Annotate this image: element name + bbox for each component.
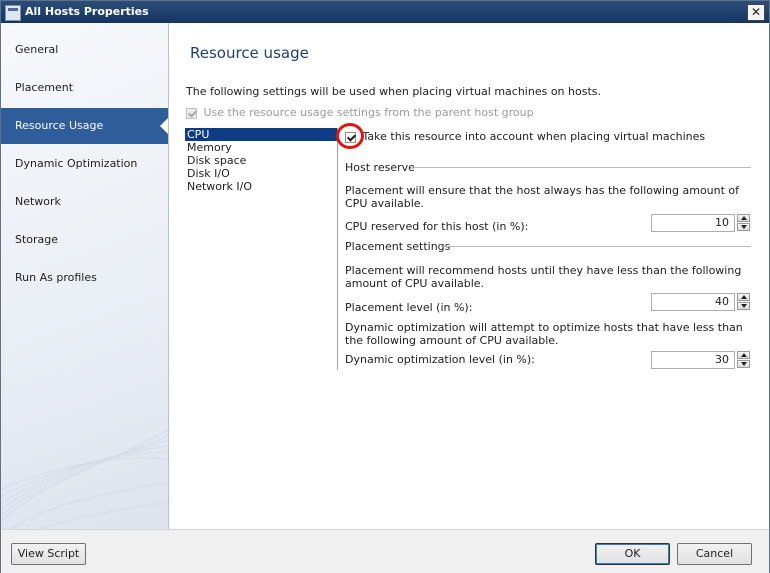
cpu-reserved-label: CPU reserved for this host (in %):: [345, 220, 529, 233]
group-divider: [441, 246, 751, 247]
close-icon[interactable]: ✕: [747, 4, 765, 21]
window-icon: [5, 5, 21, 21]
sidebar-item-storage[interactable]: Storage: [1, 222, 168, 258]
host-reserve-label: Host reserve: [345, 161, 415, 174]
host-reserve-description: Placement will ensure that the host alwa…: [345, 184, 740, 210]
sidebar-item-run-as-profiles[interactable]: Run As profiles: [1, 260, 168, 296]
list-item[interactable]: Disk space: [185, 154, 337, 167]
cpu-reserved-input[interactable]: 10: [651, 214, 735, 232]
take-into-account-label: Take this resource into account when pla…: [362, 130, 706, 143]
view-script-button[interactable]: View Script: [11, 543, 86, 565]
sidebar-item-general[interactable]: General: [1, 32, 168, 68]
sidebar-item-network[interactable]: Network: [1, 184, 168, 220]
spin-up-icon[interactable]: [737, 351, 750, 359]
list-item[interactable]: Memory: [185, 141, 337, 154]
window-title: All Hosts Properties: [25, 5, 149, 18]
use-parent-row: Use the resource usage settings from the…: [186, 106, 534, 119]
list-item[interactable]: Disk I/O: [185, 167, 337, 180]
spin-up-icon[interactable]: [737, 293, 750, 301]
sidebar-item-label: Resource Usage: [15, 119, 104, 132]
intro-text: The following settings will be used when…: [186, 85, 601, 98]
dynamic-level-input[interactable]: 30: [651, 351, 735, 369]
dialog-footer: View Script OK Cancel: [1, 529, 769, 573]
placement-level-label: Placement level (in %):: [345, 301, 473, 314]
annotation-circle: [336, 123, 364, 149]
vertical-divider: [337, 128, 338, 370]
dynamic-level-label: Dynamic optimization level (in %):: [345, 353, 535, 366]
spin-down-icon[interactable]: [737, 360, 750, 368]
sidebar-item-placement[interactable]: Placement: [1, 70, 168, 106]
use-parent-label: Use the resource usage settings from the…: [203, 106, 534, 119]
cancel-button[interactable]: Cancel: [677, 543, 752, 565]
spin-down-icon[interactable]: [737, 302, 750, 310]
list-item[interactable]: CPU: [185, 128, 337, 141]
spin-up-icon[interactable]: [737, 214, 750, 222]
placement-description: Placement will recommend hosts until the…: [345, 264, 742, 290]
dynamic-level-stepper[interactable]: 30: [651, 351, 751, 369]
group-divider: [411, 167, 751, 168]
sidebar-item-dynamic-optimization[interactable]: Dynamic Optimization: [1, 146, 168, 182]
spin-down-icon[interactable]: [737, 223, 750, 231]
title-bar: All Hosts Properties ✕: [1, 1, 769, 23]
resource-list: CPU Memory Disk space Disk I/O Network I…: [185, 128, 337, 193]
placement-level-stepper[interactable]: 40: [651, 293, 751, 311]
sidebar: General Placement Resource Usage Dynamic…: [1, 23, 169, 529]
page-title: Resource usage: [190, 44, 309, 62]
take-into-account-row: Take this resource into account when pla…: [345, 130, 705, 143]
properties-dialog: All Hosts Properties ✕ General Placement…: [0, 0, 770, 573]
dynamic-optimization-description: Dynamic optimization will attempt to opt…: [345, 321, 743, 347]
cpu-reserved-stepper[interactable]: 10: [651, 214, 751, 232]
ok-button[interactable]: OK: [595, 543, 670, 565]
sidebar-item-resource-usage[interactable]: Resource Usage: [1, 108, 168, 144]
list-item[interactable]: Network I/O: [185, 180, 337, 193]
placement-level-input[interactable]: 40: [651, 293, 735, 311]
use-parent-checkbox[interactable]: [186, 107, 197, 119]
main-panel: Resource usage The following settings wi…: [169, 23, 769, 529]
placement-settings-label: Placement settings: [345, 240, 451, 253]
sidebar-decoration: [1, 429, 168, 529]
selected-arrow-icon: [160, 117, 168, 135]
